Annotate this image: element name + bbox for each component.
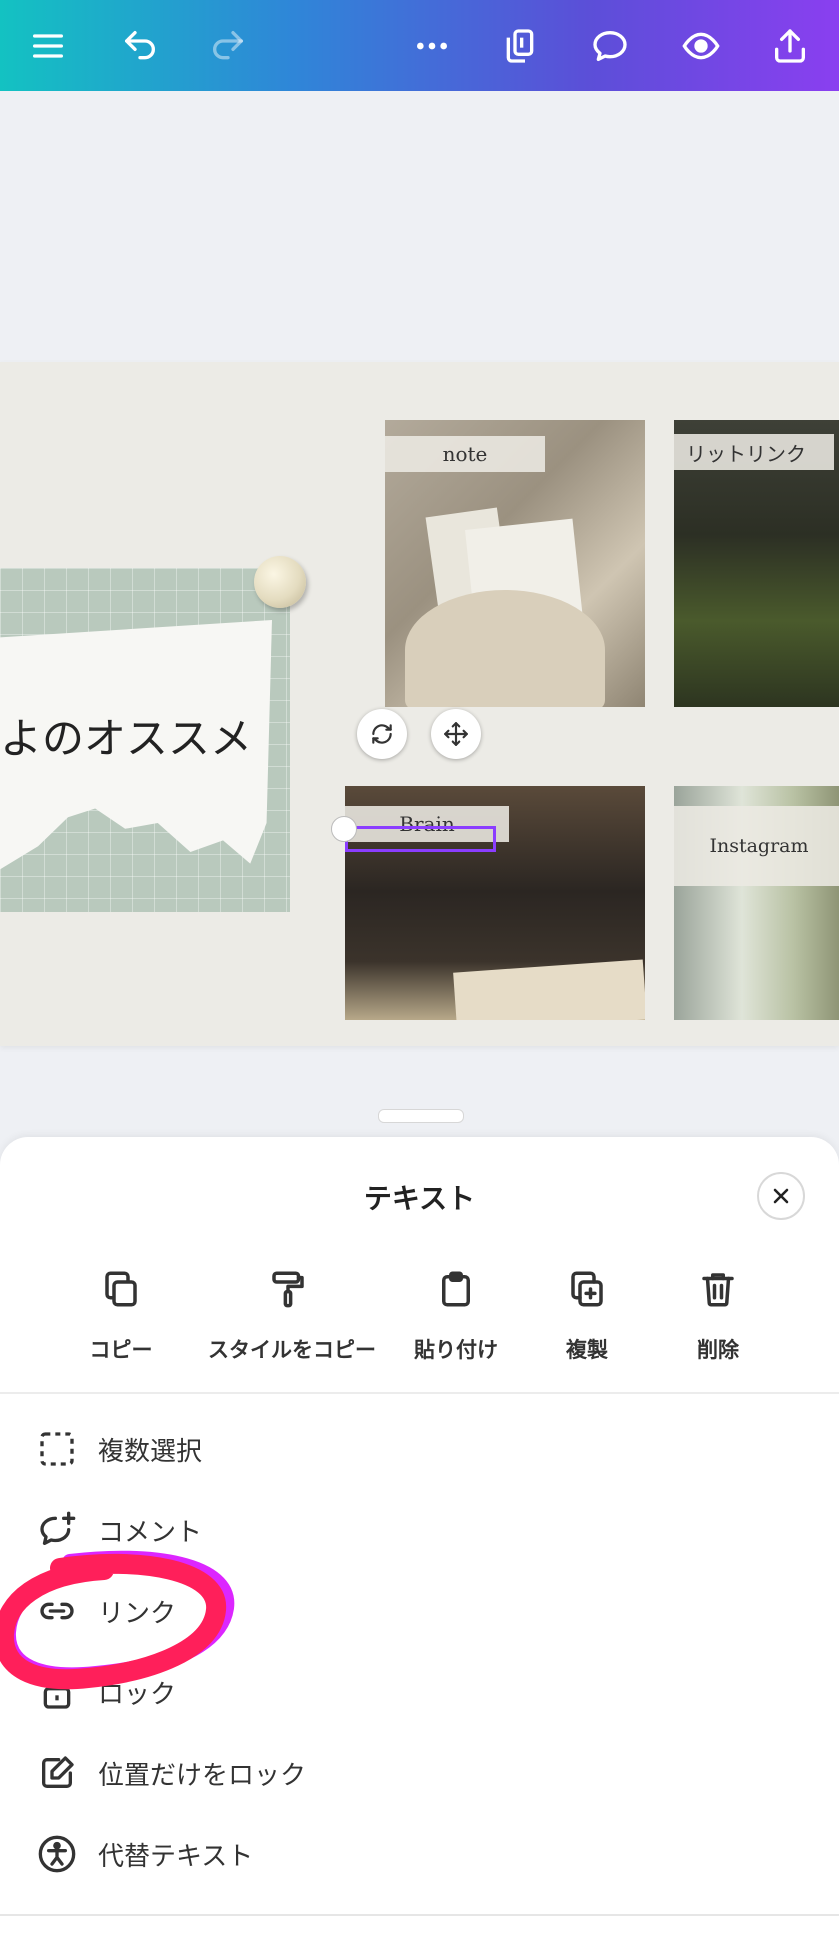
menu-icon[interactable] xyxy=(20,18,76,74)
resize-handle[interactable] xyxy=(331,816,357,842)
copy-icon xyxy=(105,1271,137,1307)
pushpin-graphic xyxy=(254,556,306,608)
context-bottom-sheet: テキスト コピー スタイルをコピー 貼り付け 複製 削除 複数選択 コメント リ… xyxy=(0,1137,839,1949)
menu-item-label: 複数選択 xyxy=(98,1436,203,1467)
canvas-title-text[interactable]: よのオススメ xyxy=(0,705,252,766)
menu-item-label: 位置だけをロック xyxy=(98,1760,307,1791)
note-label[interactable]: note xyxy=(385,436,545,472)
menu-item-lock-position[interactable]: 位置だけをロック xyxy=(36,1743,796,1803)
sheet-title: テキスト xyxy=(363,1182,476,1215)
close-icon xyxy=(773,1188,789,1204)
link-icon xyxy=(40,1602,74,1620)
menu-item-label: コメント xyxy=(98,1517,203,1548)
menu-item-alt-text[interactable]: 代替テキスト xyxy=(36,1824,796,1884)
design-canvas[interactable]: よのオススメ note リットリンク Brain Instagram xyxy=(0,362,839,1046)
share-icon[interactable] xyxy=(762,18,818,74)
dashed-select-icon xyxy=(40,1432,74,1466)
menu-item-label: ロック xyxy=(98,1679,177,1710)
sheet-divider xyxy=(0,1392,839,1394)
sheet-drag-handle[interactable] xyxy=(378,1109,464,1123)
menu-item-label: 代替テキスト xyxy=(98,1841,254,1872)
menu-item-lock[interactable]: ロック xyxy=(36,1662,796,1722)
redo-icon[interactable] xyxy=(200,18,256,74)
selection-box[interactable] xyxy=(345,826,496,852)
top-toolbar xyxy=(0,0,839,91)
pages-icon[interactable] xyxy=(492,18,548,74)
move-icon xyxy=(444,722,468,746)
clipboard-icon xyxy=(442,1271,470,1307)
menu-item-multi-select[interactable]: 複数選択 xyxy=(36,1419,796,1479)
lock-icon xyxy=(43,1675,71,1709)
delete-label: 削除 xyxy=(697,1338,739,1362)
copy-action[interactable]: コピー xyxy=(41,1268,201,1364)
rotate-button[interactable] xyxy=(357,709,407,759)
copy-label: コピー xyxy=(89,1338,153,1362)
menu-item-label: リンク xyxy=(98,1598,177,1629)
move-button[interactable] xyxy=(431,709,481,759)
close-button[interactable] xyxy=(757,1172,805,1220)
preview-icon[interactable] xyxy=(673,18,729,74)
copy-style-action[interactable]: スタイルをコピー xyxy=(208,1268,376,1364)
accessibility-icon xyxy=(38,1835,76,1873)
undo-icon[interactable] xyxy=(112,18,168,74)
litlink-label[interactable]: リットリンク xyxy=(674,434,834,470)
delete-action[interactable]: 削除 xyxy=(638,1268,798,1364)
comment-icon[interactable] xyxy=(582,18,638,74)
instagram-label[interactable]: Instagram xyxy=(674,806,839,886)
copy-style-label: スタイルをコピー xyxy=(208,1338,376,1362)
lock-position-icon xyxy=(42,1756,74,1788)
bottom-divider xyxy=(0,1914,839,1916)
trash-icon xyxy=(702,1273,734,1307)
more-icon[interactable] xyxy=(404,18,460,74)
menu-item-comment[interactable]: コメント xyxy=(36,1500,796,1560)
add-comment-icon xyxy=(40,1511,76,1545)
paint-roller-icon xyxy=(272,1271,304,1308)
duplicate-icon xyxy=(571,1271,603,1307)
menu-item-link[interactable]: リンク xyxy=(36,1581,796,1641)
rotate-icon xyxy=(372,724,392,744)
